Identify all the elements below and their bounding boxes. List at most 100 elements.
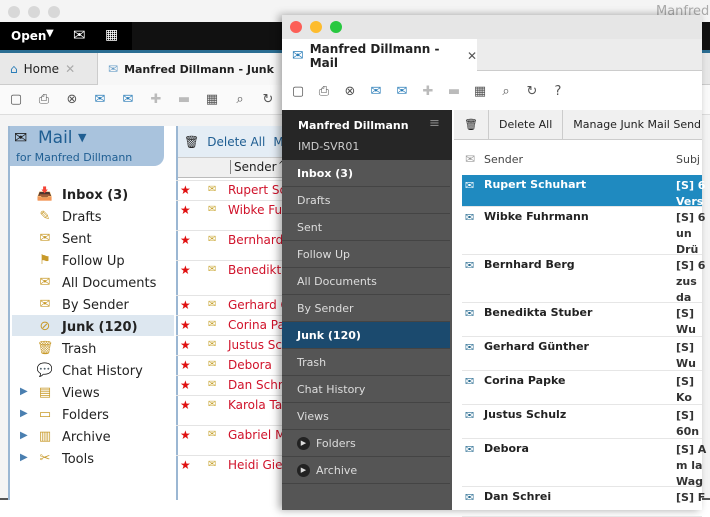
- expand-arrow-icon[interactable]: ▶: [20, 408, 28, 419]
- table-row[interactable]: ★ ✉ Gabriel M: [176, 425, 286, 445]
- move-up-icon[interactable]: ✉: [120, 92, 136, 107]
- chevron-down-icon[interactable]: ▼: [46, 28, 54, 39]
- star-icon[interactable]: ★: [180, 428, 191, 442]
- star-icon[interactable]: ★: [180, 203, 191, 217]
- close-button[interactable]: [290, 21, 302, 33]
- collapse-icon[interactable]: ▬: [446, 84, 462, 99]
- message-row[interactable]: ✉ Dan Schrei [S] F: [462, 487, 705, 517]
- star-icon[interactable]: ★: [180, 318, 191, 332]
- mail-icon[interactable]: ✉: [73, 26, 86, 44]
- star-icon[interactable]: ★: [180, 458, 191, 472]
- nav-item[interactable]: Junk (120): [282, 322, 450, 349]
- nav-item[interactable]: ⚑ Follow Up: [36, 251, 125, 271]
- message-row[interactable]: ✉ Debora [S] A m la Wag: [462, 439, 706, 488]
- sender-column-header[interactable]: Sender: [230, 160, 277, 174]
- delete-icon[interactable]: ⊗: [64, 92, 80, 107]
- delete-all-button[interactable]: Delete All: [207, 135, 265, 149]
- nav-item[interactable]: ✉ All Documents: [36, 273, 157, 293]
- close-button[interactable]: [8, 6, 20, 18]
- menu-icon[interactable]: ≡: [429, 116, 440, 131]
- nav-item[interactable]: ▶ Folders: [282, 430, 450, 457]
- nav-item[interactable]: ⊘ Junk (120): [36, 317, 138, 337]
- delete-icon[interactable]: ⊗: [342, 84, 358, 99]
- message-row[interactable]: ✉ Justus Schulz [S] 60n: [462, 405, 702, 439]
- table-row[interactable]: ★ ✉ Karola Ta: [176, 395, 286, 415]
- nav-item[interactable]: Sent: [282, 214, 450, 241]
- new-icon[interactable]: ▢: [8, 92, 24, 107]
- subject-column-header[interactable]: Subj: [676, 153, 700, 166]
- minimize-button[interactable]: [28, 6, 40, 18]
- zoom-button[interactable]: [48, 6, 60, 18]
- nav-item[interactable]: Follow Up: [282, 241, 450, 268]
- tab-mail[interactable]: ✉ Manfred Dillmann - Mail ✕: [282, 39, 477, 72]
- open-menu[interactable]: Open: [11, 29, 46, 43]
- print-icon[interactable]: ⎙: [36, 92, 52, 107]
- table-row[interactable]: ★ ✉ Corina Pa: [176, 315, 286, 335]
- nav-item[interactable]: ✉ By Sender: [36, 295, 129, 315]
- message-row[interactable]: ✉ Bernhard Berg [S] 6 zus da: [462, 255, 705, 304]
- star-icon[interactable]: ★: [180, 378, 191, 392]
- nav-item[interactable]: By Sender: [282, 295, 450, 322]
- tab-home[interactable]: ⌂ Home ✕: [0, 53, 98, 85]
- nav-item[interactable]: ▭ Folders: [36, 405, 109, 425]
- trash-icon[interactable]: 🗑: [184, 135, 199, 149]
- table-row[interactable]: ★ ✉ Benedikta: [176, 260, 289, 280]
- nav-header[interactable]: ✉ Mail ▼ for Manfred Dillmann: [10, 126, 164, 166]
- star-icon[interactable]: ★: [180, 358, 191, 372]
- expand-icon[interactable]: ✚: [420, 84, 436, 99]
- table-row[interactable]: ★ ✉ Heidi Gies: [176, 455, 289, 475]
- star-icon[interactable]: ★: [180, 398, 191, 412]
- move-down-icon[interactable]: ✉: [92, 92, 108, 107]
- star-icon[interactable]: ★: [180, 183, 191, 197]
- refresh-icon[interactable]: ↻: [260, 92, 276, 107]
- star-icon[interactable]: ★: [180, 298, 191, 312]
- trash-icon[interactable]: 🗑: [454, 109, 489, 140]
- delete-all-button[interactable]: Delete All: [489, 109, 564, 140]
- nav-item[interactable]: All Documents: [282, 268, 450, 295]
- table-row[interactable]: ★ ✉ Debora: [176, 355, 286, 375]
- chevron-down-icon[interactable]: ▼: [78, 131, 86, 144]
- nav-item[interactable]: Views: [282, 403, 450, 430]
- table-row[interactable]: ★ ✉ Gerhard C: [176, 295, 289, 315]
- nav-item[interactable]: 💬 Chat History: [36, 361, 143, 381]
- new-icon[interactable]: ▢: [290, 84, 306, 99]
- nav-item[interactable]: ▥ Archive: [36, 427, 111, 447]
- expand-arrow-icon[interactable]: ▶: [20, 452, 28, 463]
- calendar-icon[interactable]: ▦: [105, 27, 118, 43]
- nav-item[interactable]: ▤ Views: [36, 383, 100, 403]
- move-up-icon[interactable]: ✉: [394, 84, 410, 99]
- sender-column-header[interactable]: Sender: [484, 153, 523, 166]
- nav-item[interactable]: Chat History: [282, 376, 450, 403]
- grid-icon[interactable]: ▦: [204, 92, 220, 107]
- table-row[interactable]: ★ ✉ Dan Schre: [176, 375, 290, 395]
- table-row[interactable]: ★ ✉ Wibke Fuh: [176, 200, 290, 220]
- nav-item[interactable]: ✂ Tools: [36, 449, 94, 469]
- minimize-button[interactable]: [310, 21, 322, 33]
- message-row[interactable]: ✉ Wibke Fuhrmann [S] 6 un Drü: [462, 207, 705, 256]
- close-icon[interactable]: ✕: [65, 62, 75, 76]
- message-row[interactable]: ✉ Benedikta Stuber [S] Wu: [462, 303, 702, 337]
- nav-item[interactable]: ✎ Drafts: [36, 207, 102, 227]
- close-icon[interactable]: ✕: [467, 49, 477, 63]
- star-icon[interactable]: ★: [180, 338, 191, 352]
- search-icon[interactable]: ⌕: [232, 92, 248, 107]
- expand-arrow-icon[interactable]: ▶: [297, 436, 310, 450]
- nav-item[interactable]: 📥 Inbox (3): [36, 185, 128, 205]
- zoom-button[interactable]: [330, 21, 342, 33]
- message-row[interactable]: ✉ Corina Papke [S] Ko: [462, 371, 702, 405]
- table-row[interactable]: ★ ✉ Bernhard: [176, 230, 286, 250]
- expand-arrow-icon[interactable]: ▶: [297, 463, 310, 477]
- expand-icon[interactable]: ✚: [148, 92, 164, 107]
- manage-junk-senders-button[interactable]: Manage Junk Mail Send: [563, 110, 710, 140]
- message-row[interactable]: ✉ Gerhard Günther [S] Wu: [462, 337, 702, 371]
- table-row[interactable]: ★ ✉ Rupert Sch: [176, 180, 294, 200]
- search-icon[interactable]: ⌕: [498, 84, 514, 99]
- move-down-icon[interactable]: ✉: [368, 84, 384, 99]
- print-icon[interactable]: ⎙: [316, 84, 332, 99]
- message-row[interactable]: ✉ Rupert Schuhart [S] 6 Vers: [462, 175, 705, 208]
- help-icon[interactable]: ?: [550, 84, 566, 99]
- table-row[interactable]: ★ ✉ Justus Sch: [176, 335, 290, 355]
- refresh-icon[interactable]: ↻: [524, 84, 540, 99]
- expand-arrow-icon[interactable]: ▶: [20, 430, 28, 441]
- nav-item[interactable]: Trash: [282, 349, 450, 376]
